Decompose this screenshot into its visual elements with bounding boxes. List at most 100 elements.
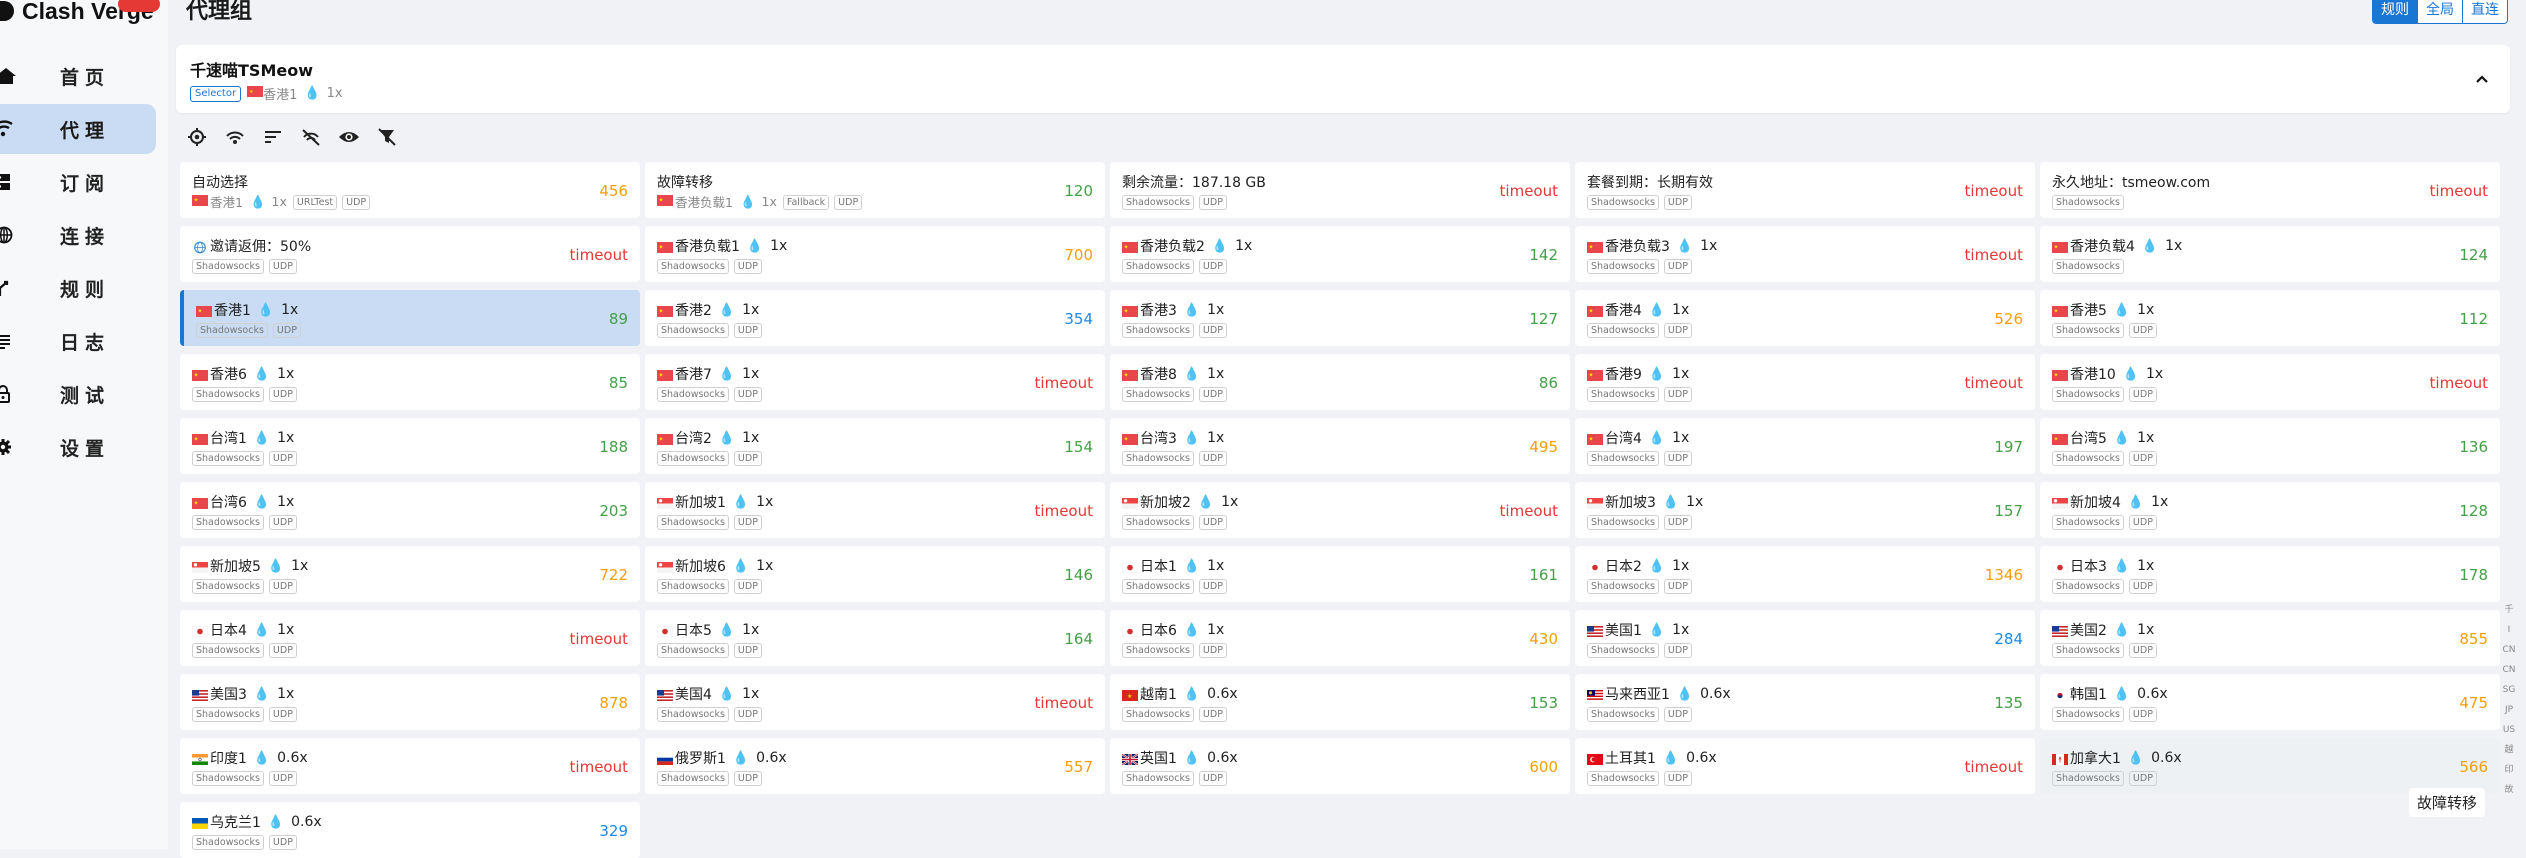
proxy-delay[interactable]: 1346 [1985,566,2023,584]
proxy-delay[interactable]: 700 [1064,246,1093,264]
proxy-delay[interactable]: 86 [1539,374,1558,392]
proxy-delay[interactable]: timeout [1035,502,1093,520]
proxy-delay[interactable]: 153 [1529,694,1558,712]
proxy-delay[interactable]: 354 [1064,310,1093,328]
proxy-delay[interactable]: 146 [1064,566,1093,584]
proxy-card[interactable]: 韩国1 💧 0.6x Shadowsocks UDP 475 [2040,674,2500,730]
proxy-delay[interactable]: 430 [1529,630,1558,648]
proxy-card[interactable]: ★ 香港9 💧 1x Shadowsocks UDP timeout [1575,354,2035,410]
proxy-delay[interactable]: 475 [2459,694,2488,712]
proxy-delay[interactable]: 127 [1529,310,1558,328]
mode-button-0[interactable]: 规则 [2373,0,2417,23]
proxy-card[interactable]: 美国3 💧 1x Shadowsocks UDP 878 [180,674,640,730]
nav-item-5[interactable]: 日志 [0,316,156,366]
proxy-card[interactable]: ★ 香港10 💧 1x Shadowsocks UDP timeout [2040,354,2500,410]
sort-icon[interactable] [262,126,284,148]
index-letter[interactable]: 越 [2502,740,2516,760]
proxy-card[interactable]: 新加坡6 💧 1x Shadowsocks UDP 146 [645,546,1105,602]
proxy-card[interactable]: 日本3 💧 1x Shadowsocks UDP 178 [2040,546,2500,602]
proxy-delay[interactable]: timeout [570,630,628,648]
proxy-delay[interactable]: 456 [599,182,628,200]
proxy-card[interactable]: 土耳其1 💧 0.6x Shadowsocks UDP timeout [1575,738,2035,794]
proxy-delay[interactable]: 495 [1529,438,1558,456]
proxy-delay[interactable]: 878 [599,694,628,712]
index-letter[interactable]: CN [2502,660,2516,680]
proxy-delay[interactable]: timeout [1500,502,1558,520]
proxy-card[interactable]: 新加坡1 💧 1x Shadowsocks UDP timeout [645,482,1105,538]
nav-item-3[interactable]: 连接 [0,210,156,260]
proxy-delay[interactable]: 136 [2459,438,2488,456]
proxy-card[interactable]: ★ 香港负载4 💧 1x Shadowsocks 124 [2040,226,2500,282]
mode-button-1[interactable]: 全局 [2417,0,2462,23]
proxy-card[interactable]: 印度1 💧 0.6x Shadowsocks UDP timeout [180,738,640,794]
nav-item-1[interactable]: 代理 [0,104,156,154]
proxy-card[interactable]: 永久地址：tsmeow.com Shadowsocks timeout [2040,162,2500,218]
proxy-delay[interactable]: timeout [1500,182,1558,200]
index-letter[interactable]: JP [2502,700,2516,720]
proxy-delay[interactable]: timeout [1965,758,2023,776]
proxy-card[interactable]: 新加坡5 💧 1x Shadowsocks UDP 722 [180,546,640,602]
proxy-delay[interactable]: 120 [1064,182,1093,200]
proxy-card[interactable]: 美国1 💧 1x Shadowsocks UDP 284 [1575,610,2035,666]
proxy-delay[interactable]: 600 [1529,758,1558,776]
proxy-delay[interactable]: timeout [570,246,628,264]
proxy-card[interactable]: 新加坡3 💧 1x Shadowsocks UDP 157 [1575,482,2035,538]
proxy-delay[interactable]: 89 [609,310,628,328]
proxy-delay[interactable]: 557 [1064,758,1093,776]
proxy-card[interactable]: ★ 台湾3 💧 1x Shadowsocks UDP 495 [1110,418,1570,474]
index-letter[interactable]: SG [2502,680,2516,700]
proxy-delay[interactable]: 154 [1064,438,1093,456]
proxy-delay[interactable]: 135 [1994,694,2023,712]
proxy-card[interactable]: ★ 越南1 💧 0.6x Shadowsocks UDP 153 [1110,674,1570,730]
proxy-card[interactable]: 马来西亚1 💧 0.6x Shadowsocks UDP 135 [1575,674,2035,730]
proxy-delay[interactable]: 161 [1529,566,1558,584]
proxy-delay[interactable]: 188 [599,438,628,456]
proxy-card[interactable]: 日本2 💧 1x Shadowsocks UDP 1346 [1575,546,2035,602]
index-letter[interactable]: 故 [2502,780,2516,800]
index-letter[interactable]: I [2502,620,2516,640]
proxy-delay[interactable]: 124 [2459,246,2488,264]
proxy-delay[interactable]: 284 [1994,630,2023,648]
proxy-card[interactable]: 英国1 💧 0.6x Shadowsocks UDP 600 [1110,738,1570,794]
proxy-card[interactable]: 自动选择 ★ 香港1 💧 1x URLTest UDP 456 [180,162,640,218]
proxy-delay[interactable]: timeout [2430,182,2488,200]
proxy-card[interactable]: ★ 台湾5 💧 1x Shadowsocks UDP 136 [2040,418,2500,474]
proxy-delay[interactable]: timeout [1965,182,2023,200]
nav-item-0[interactable]: 首页 [0,51,156,101]
proxy-card[interactable]: 乌克兰1 💧 0.6x Shadowsocks UDP 329 [180,802,640,858]
proxy-card[interactable]: ★ 香港6 💧 1x Shadowsocks UDP 85 [180,354,640,410]
eye-icon[interactable] [338,126,360,148]
proxy-group-header[interactable]: 千速喵TSMeow Selector ★ 香港1 💧 1x [176,45,2510,113]
proxy-card[interactable]: ★ 台湾1 💧 1x Shadowsocks UDP 188 [180,418,640,474]
index-letter[interactable]: CN [2502,640,2516,660]
proxy-delay[interactable]: 197 [1994,438,2023,456]
proxy-delay[interactable]: 178 [2459,566,2488,584]
proxy-card[interactable]: 美国4 💧 1x Shadowsocks UDP timeout [645,674,1105,730]
nav-item-7[interactable]: 设置 [0,422,156,472]
hide-icon[interactable] [300,126,322,148]
proxy-card[interactable]: 美国2 💧 1x Shadowsocks UDP 855 [2040,610,2500,666]
proxy-delay[interactable]: timeout [1965,246,2023,264]
proxy-card[interactable]: 剩余流量：187.18 GB Shadowsocks UDP timeout [1110,162,1570,218]
chevron-up-icon[interactable] [2472,69,2492,89]
nav-item-4[interactable]: 规则 [0,263,156,313]
proxy-delay[interactable]: 164 [1064,630,1093,648]
index-letter[interactable]: 千 [2502,600,2516,620]
proxy-card[interactable]: ★ 香港2 💧 1x Shadowsocks UDP 354 [645,290,1105,346]
proxy-delay[interactable]: 722 [599,566,628,584]
proxy-delay[interactable]: timeout [1035,694,1093,712]
proxy-card[interactable]: ★ 香港4 💧 1x Shadowsocks UDP 526 [1575,290,2035,346]
proxy-card[interactable]: ★ 台湾4 💧 1x Shadowsocks UDP 197 [1575,418,2035,474]
proxy-card[interactable]: 新加坡2 💧 1x Shadowsocks UDP timeout [1110,482,1570,538]
proxy-delay[interactable]: timeout [2430,374,2488,392]
proxy-delay[interactable]: timeout [1035,374,1093,392]
proxy-card[interactable]: ★ 香港7 💧 1x Shadowsocks UDP timeout [645,354,1105,410]
proxy-card[interactable]: ★ 香港负载1 💧 1x Shadowsocks UDP 700 [645,226,1105,282]
proxy-card[interactable]: 套餐到期：长期有效 Shadowsocks UDP timeout [1575,162,2035,218]
locate-icon[interactable] [186,126,208,148]
proxy-delay[interactable]: 128 [2459,502,2488,520]
proxy-card[interactable]: 新加坡4 💧 1x Shadowsocks UDP 128 [2040,482,2500,538]
nav-item-2[interactable]: 订阅 [0,157,156,207]
index-letter[interactable]: 印 [2502,760,2516,780]
proxy-delay[interactable]: 157 [1994,502,2023,520]
